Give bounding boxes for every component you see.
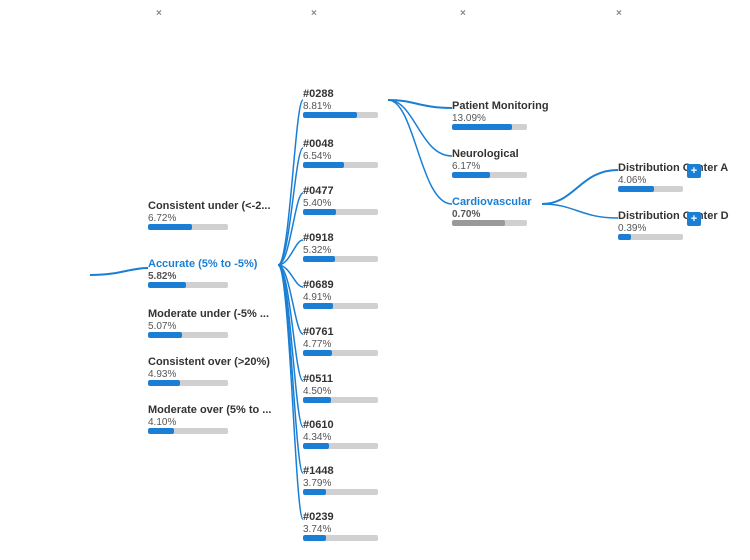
bar-bg xyxy=(148,380,228,386)
node-item[interactable]: #07614.77% xyxy=(303,326,378,356)
node-item[interactable]: Neurological6.17% xyxy=(452,148,527,178)
node-value: 3.74% xyxy=(303,524,378,535)
distribution-close[interactable]: × xyxy=(616,8,622,19)
bar-bg xyxy=(303,256,378,262)
node-value: 5.82% xyxy=(148,271,257,282)
node-label: #0918 xyxy=(303,232,378,244)
forecast-bias-close[interactable]: × xyxy=(156,8,162,19)
node-item[interactable]: Distribution Center D0.39% xyxy=(618,210,729,240)
node-value: 6.17% xyxy=(452,161,527,172)
node-label: Moderate over (5% to ... xyxy=(148,404,271,416)
node-label: #0477 xyxy=(303,185,378,197)
node-label: #1448 xyxy=(303,465,378,477)
expand-button[interactable]: + xyxy=(687,212,701,226)
bar-bg xyxy=(452,220,527,226)
node-value: 6.54% xyxy=(303,151,378,162)
node-value: 6.72% xyxy=(148,213,271,224)
bar-bg xyxy=(303,209,378,215)
bar-bg xyxy=(303,303,378,309)
node-label: Consistent over (>20%) xyxy=(148,356,270,368)
node-label: Distribution Center D xyxy=(618,210,729,222)
node-item[interactable]: #04775.40% xyxy=(303,185,378,215)
bar-bg xyxy=(148,224,228,230)
node-label: Neurological xyxy=(452,148,527,160)
node-item[interactable]: #06894.91% xyxy=(303,279,378,309)
bar-bg xyxy=(303,535,378,541)
node-value: 0.70% xyxy=(452,209,531,220)
node-value: 4.10% xyxy=(148,417,271,428)
node-item[interactable]: #09185.32% xyxy=(303,232,378,262)
node-label: #0610 xyxy=(303,419,378,431)
product-type-close[interactable]: × xyxy=(460,8,466,19)
node-value: 4.50% xyxy=(303,386,378,397)
distribution-title: × xyxy=(608,8,622,19)
bar-bg xyxy=(148,428,228,434)
node-value: 5.07% xyxy=(148,321,269,332)
node-item[interactable]: Patient Monitoring13.09% xyxy=(452,100,549,130)
node-value: 5.40% xyxy=(303,198,378,209)
node-item[interactable]: #00486.54% xyxy=(303,138,378,168)
bar-bg xyxy=(148,282,228,288)
plant-header: × xyxy=(303,8,317,21)
node-value: 4.93% xyxy=(148,369,270,380)
node-label: Consistent under (<-2... xyxy=(148,200,271,212)
bar-bg xyxy=(303,112,378,118)
node-value: 4.77% xyxy=(303,339,378,350)
plant-title: × xyxy=(303,8,317,19)
node-label: Accurate (5% to -5%) xyxy=(148,258,257,270)
bar-bg xyxy=(303,350,378,356)
node-value: 3.79% xyxy=(303,478,378,489)
bar-bg xyxy=(303,162,378,168)
node-label: #0511 xyxy=(303,373,378,385)
node-label: #0288 xyxy=(303,88,378,100)
node-value: 8.81% xyxy=(303,101,378,112)
node-value: 13.09% xyxy=(452,113,549,124)
node-item[interactable]: Consistent under (<-2...6.72% xyxy=(148,200,271,230)
forecast-bias-title: × xyxy=(148,8,162,19)
bar-bg xyxy=(303,489,378,495)
distribution-header: × xyxy=(608,8,622,19)
node-label: Cardiovascular xyxy=(452,196,531,208)
node-item[interactable]: Consistent over (>20%)4.93% xyxy=(148,356,270,386)
node-item[interactable]: #14483.79% xyxy=(303,465,378,495)
node-item[interactable]: Distribution Center A4.06% xyxy=(618,162,728,192)
node-item[interactable]: Accurate (5% to -5%)5.82% xyxy=(148,258,257,288)
node-item[interactable]: #05114.50% xyxy=(303,373,378,403)
bar-bg xyxy=(303,443,378,449)
bar-bg xyxy=(618,234,683,240)
node-item[interactable]: #02888.81% xyxy=(303,88,378,118)
product-type-header: × xyxy=(452,8,466,21)
node-label: #0761 xyxy=(303,326,378,338)
plant-close[interactable]: × xyxy=(311,8,317,19)
bar-bg xyxy=(148,332,228,338)
node-label: Distribution Center A xyxy=(618,162,728,174)
node-item[interactable]: #06104.34% xyxy=(303,419,378,449)
node-item[interactable]: Moderate under (-5% ...5.07% xyxy=(148,308,269,338)
node-item[interactable]: #02393.74% xyxy=(303,511,378,541)
node-item[interactable]: Moderate over (5% to ...4.10% xyxy=(148,404,271,434)
bar-bg xyxy=(452,124,527,130)
bar-bg xyxy=(618,186,683,192)
product-type-title: × xyxy=(452,8,466,19)
node-value: 4.06% xyxy=(618,175,728,186)
node-value: 4.34% xyxy=(303,432,378,443)
bar-bg xyxy=(452,172,527,178)
node-value: 0.39% xyxy=(618,223,729,234)
bar-bg xyxy=(303,397,378,403)
node-label: #0048 xyxy=(303,138,378,150)
node-value: 4.91% xyxy=(303,292,378,303)
node-item[interactable]: Cardiovascular0.70% xyxy=(452,196,531,226)
forecast-bias-header: × xyxy=(148,8,162,21)
node-label: #0239 xyxy=(303,511,378,523)
expand-button[interactable]: + xyxy=(687,164,701,178)
node-label: Patient Monitoring xyxy=(452,100,549,112)
main-container: × × × × Consistent under (<-2...6.72% Acc… xyxy=(0,0,750,560)
node-label: Moderate under (-5% ... xyxy=(148,308,269,320)
node-value: 5.32% xyxy=(303,245,378,256)
node-label: #0689 xyxy=(303,279,378,291)
